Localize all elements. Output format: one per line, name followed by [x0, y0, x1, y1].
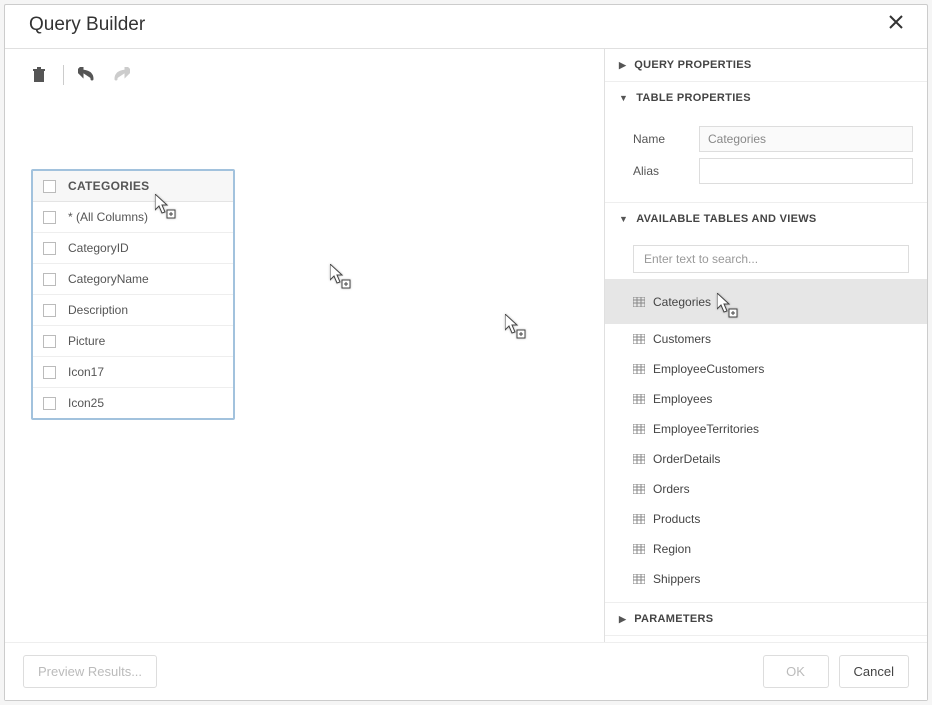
available-table-item[interactable]: Orders	[605, 474, 927, 504]
collapse-arrow-icon: ▶	[619, 614, 626, 625]
trash-icon	[31, 67, 47, 83]
expand-arrow-icon: ▼	[619, 93, 628, 103]
search-wrap	[605, 235, 927, 279]
available-table-item[interactable]: Products	[605, 504, 927, 534]
table-icon	[633, 574, 645, 584]
table-icon	[633, 424, 645, 434]
available-tables-header[interactable]: ▼ AVAILABLE TABLES AND VIEWS	[605, 203, 927, 235]
collapse-arrow-icon: ▶	[619, 60, 626, 71]
canvas-area[interactable]: CATEGORIES * (All Columns) CategoryID Ca…	[5, 49, 605, 642]
name-label: Name	[633, 132, 699, 146]
drag-cursor-icon	[505, 314, 527, 343]
column-checkbox[interactable]	[43, 397, 56, 410]
table-icon	[633, 484, 645, 494]
table-card-categories[interactable]: CATEGORIES * (All Columns) CategoryID Ca…	[31, 169, 235, 420]
drag-cursor-icon	[330, 264, 352, 293]
query-builder-dialog: Query Builder	[4, 4, 928, 701]
select-all-checkbox[interactable]	[43, 180, 56, 193]
table-icon	[633, 334, 645, 344]
alias-input[interactable]	[699, 158, 913, 184]
expand-arrow-icon: ▼	[619, 214, 628, 224]
search-input[interactable]	[633, 245, 909, 273]
table-properties-section: ▼ TABLE PROPERTIES Name Alias	[605, 82, 927, 203]
table-card-header[interactable]: CATEGORIES	[33, 171, 233, 202]
table-column[interactable]: Icon17	[33, 356, 233, 387]
column-checkbox[interactable]	[43, 304, 56, 317]
column-checkbox[interactable]	[43, 211, 56, 224]
available-table-item[interactable]: Shippers	[605, 564, 927, 594]
table-column[interactable]: Description	[33, 294, 233, 325]
table-column-list: * (All Columns) CategoryID CategoryName …	[33, 202, 233, 418]
column-checkbox[interactable]	[43, 273, 56, 286]
preview-results-button[interactable]: Preview Results...	[23, 655, 157, 688]
footer-right: OK Cancel	[763, 655, 909, 688]
dialog-header: Query Builder	[5, 5, 927, 49]
side-panel: ▶ QUERY PROPERTIES ▼ TABLE PROPERTIES Na…	[605, 49, 927, 642]
available-table-item[interactable]: OrderDetails	[605, 444, 927, 474]
available-table-item[interactable]: Customers	[605, 324, 927, 354]
table-icon	[633, 514, 645, 524]
table-icon	[633, 544, 645, 554]
name-input[interactable]	[699, 126, 913, 152]
dialog-title: Query Builder	[29, 14, 145, 36]
dialog-footer: Preview Results... OK Cancel	[5, 642, 927, 700]
column-checkbox[interactable]	[43, 366, 56, 379]
redo-button[interactable]	[110, 65, 130, 85]
available-table-item[interactable]: Employees	[605, 384, 927, 414]
undo-icon	[78, 67, 98, 83]
table-properties-content: Name Alias	[605, 114, 927, 202]
available-table-item[interactable]: Region	[605, 534, 927, 564]
toolbar	[25, 61, 584, 99]
parameters-section: ▶ PARAMETERS	[605, 603, 927, 636]
toolbar-divider	[63, 65, 64, 85]
delete-button[interactable]	[29, 65, 49, 85]
table-icon	[633, 297, 645, 307]
available-tables-list: Categories Customers EmployeeCustomers E…	[605, 279, 927, 602]
available-tables-section: ▼ AVAILABLE TABLES AND VIEWS Categories …	[605, 203, 927, 603]
table-icon	[633, 394, 645, 404]
alias-row: Alias	[633, 158, 913, 184]
alias-label: Alias	[633, 164, 699, 178]
table-column[interactable]: CategoryName	[33, 263, 233, 294]
redo-icon	[110, 67, 130, 83]
parameters-header[interactable]: ▶ PARAMETERS	[605, 603, 927, 635]
table-card-title: CATEGORIES	[68, 179, 149, 193]
table-column[interactable]: Icon25	[33, 387, 233, 418]
table-icon	[633, 454, 645, 464]
table-properties-header[interactable]: ▼ TABLE PROPERTIES	[605, 82, 927, 114]
dialog-body: CATEGORIES * (All Columns) CategoryID Ca…	[5, 49, 927, 642]
column-checkbox[interactable]	[43, 242, 56, 255]
undo-button[interactable]	[78, 65, 98, 85]
table-column[interactable]: Picture	[33, 325, 233, 356]
query-properties-section: ▶ QUERY PROPERTIES	[605, 49, 927, 82]
ok-button[interactable]: OK	[763, 655, 829, 688]
table-column[interactable]: CategoryID	[33, 232, 233, 263]
available-table-item[interactable]: EmployeeCustomers	[605, 354, 927, 384]
table-column[interactable]: * (All Columns)	[33, 202, 233, 232]
drag-cursor-icon	[717, 293, 739, 322]
available-table-item[interactable]: EmployeeTerritories	[605, 414, 927, 444]
name-row: Name	[633, 126, 913, 152]
close-icon	[889, 15, 903, 29]
table-icon	[633, 364, 645, 374]
close-button[interactable]	[881, 11, 911, 38]
query-properties-header[interactable]: ▶ QUERY PROPERTIES	[605, 49, 927, 81]
cancel-button[interactable]: Cancel	[839, 655, 909, 688]
column-checkbox[interactable]	[43, 335, 56, 348]
available-table-item[interactable]: Categories	[605, 279, 927, 324]
